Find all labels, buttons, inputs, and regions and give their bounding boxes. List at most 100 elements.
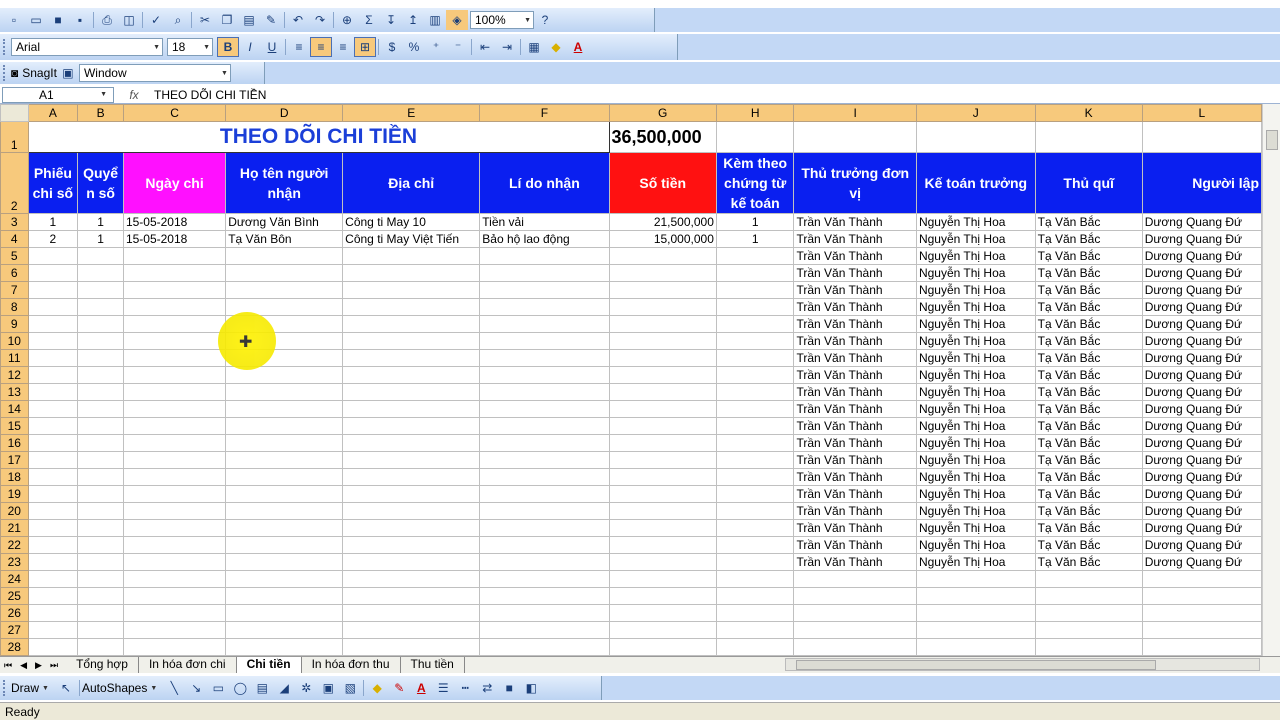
cell[interactable] [342,502,481,520]
cell[interactable] [479,281,610,299]
cell[interactable] [479,332,610,350]
cell[interactable] [122,298,227,316]
cell[interactable]: Nguyễn Thị Hoa [915,213,1036,231]
cell[interactable]: Nguyễn Thị Hoa [915,349,1036,367]
cell[interactable] [479,638,610,656]
cell[interactable] [77,536,124,554]
cell[interactable] [915,570,1036,588]
cell[interactable] [27,451,79,469]
cell[interactable] [608,247,717,265]
cell[interactable] [1034,604,1143,622]
cell[interactable] [608,400,717,418]
cell[interactable]: Trần Văn Thành [793,332,917,350]
horizontal-scrollbar[interactable] [785,658,1260,671]
snagit-button[interactable]: SnagIt [22,66,57,80]
cell[interactable]: Nguyễn Thị Hoa [915,451,1036,469]
cell[interactable] [122,553,227,571]
cell[interactable]: Dương Quang Đứ [1141,298,1262,316]
cell[interactable] [77,468,124,486]
cell[interactable]: Nguyễn Thị Hoa [915,298,1036,316]
row-header[interactable]: 10 [0,332,29,350]
cell[interactable]: Tạ Văn Bắc [1034,400,1143,418]
autoshapes-menu-button[interactable]: AutoShapes [82,681,147,695]
print-preview-icon[interactable]: ◫ [118,10,140,30]
cell[interactable] [27,536,79,554]
cell[interactable] [77,417,124,435]
cell[interactable] [342,621,481,639]
header-cell[interactable]: Kế toán trưởng [915,152,1036,214]
cell[interactable] [77,264,124,282]
cell[interactable] [715,553,795,571]
cell[interactable] [77,332,124,350]
cell[interactable] [608,468,717,486]
cell[interactable]: Tạ Văn Bắc [1034,298,1143,316]
tab-in-hoa-don-thu[interactable]: In hóa đơn thu [302,657,401,673]
first-sheet-icon[interactable]: ⏮ [0,660,16,671]
cell[interactable] [27,417,79,435]
name-box[interactable]: A1 ▼ [2,86,114,103]
cell[interactable] [77,247,124,265]
cell[interactable]: 15-05-2018 [122,230,227,248]
cell[interactable] [479,315,610,333]
cell[interactable] [793,121,917,153]
cell[interactable] [479,604,610,622]
cell[interactable] [225,468,344,486]
cell[interactable] [122,502,227,520]
cell[interactable] [342,451,481,469]
cell[interactable] [1141,604,1262,622]
row-header[interactable]: 25 [0,587,29,605]
cell[interactable]: Dương Văn Bình [225,213,344,231]
tab-tong-hop[interactable]: Tổng hợp [66,657,139,673]
cell[interactable]: Dương Quang Đứ [1141,536,1262,554]
cell[interactable] [608,587,717,605]
cell[interactable] [608,536,717,554]
worksheet-grid[interactable]: A B C D E F G H I J K L 1 THEO DÕI CHI T… [0,104,1262,656]
cell[interactable] [715,366,795,384]
cell[interactable] [225,638,344,656]
cell[interactable] [122,315,227,333]
cell[interactable] [77,434,124,452]
cell[interactable] [608,264,717,282]
column-header[interactable]: J [915,104,1036,122]
cell[interactable]: Trần Văn Thành [793,230,917,248]
row-header[interactable]: 13 [0,383,29,401]
cell[interactable] [225,434,344,452]
cell[interactable]: Tạ Văn Bắc [1034,281,1143,299]
cell[interactable]: Tạ Văn Bắc [1034,230,1143,248]
cell[interactable] [77,451,124,469]
cell[interactable]: Trần Văn Thành [793,315,917,333]
cell[interactable] [479,264,610,282]
cell[interactable] [342,570,481,588]
cell[interactable] [608,570,717,588]
cell[interactable]: Tạ Văn Bắc [1034,519,1143,537]
cell[interactable] [342,587,481,605]
cell[interactable] [479,366,610,384]
cell[interactable] [122,621,227,639]
cell[interactable] [479,536,610,554]
cell[interactable] [715,247,795,265]
cell[interactable] [479,502,610,520]
cell[interactable] [225,519,344,537]
cell[interactable] [608,281,717,299]
header-cell[interactable]: Địa chỉ [342,152,481,214]
cell[interactable] [479,485,610,503]
cell[interactable]: Dương Quang Đứ [1141,213,1262,231]
cell[interactable] [122,434,227,452]
cell[interactable]: 2 [27,230,79,248]
cell[interactable] [479,519,610,537]
increase-decimal-icon[interactable]: ⁺ [425,37,447,57]
increase-indent-icon[interactable]: ⇥ [496,37,518,57]
copy-icon[interactable]: ❐ [216,10,238,30]
cell[interactable]: Dương Quang Đứ [1141,400,1262,418]
percent-button[interactable]: % [403,37,425,57]
toolbar-grip[interactable] [3,39,7,55]
cell[interactable] [225,417,344,435]
print-icon[interactable]: ⎙ [96,10,118,30]
cell[interactable]: Nguyễn Thị Hoa [915,553,1036,571]
cell[interactable]: Dương Quang Đứ [1141,417,1262,435]
cell[interactable] [27,247,79,265]
cell[interactable] [27,519,79,537]
cell[interactable] [793,638,917,656]
currency-button[interactable]: $ [381,37,403,57]
cell[interactable]: Tạ Văn Bắc [1034,349,1143,367]
